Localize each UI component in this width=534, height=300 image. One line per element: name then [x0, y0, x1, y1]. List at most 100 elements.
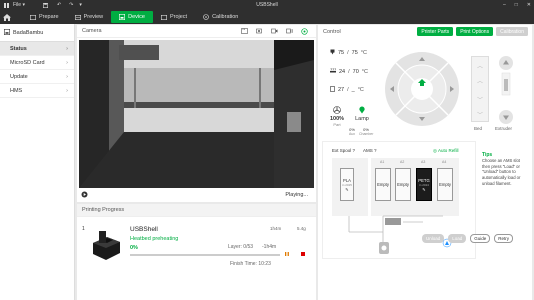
undo-icon[interactable]: ↶	[57, 2, 61, 8]
sidebar-item-update[interactable]: Update ›	[0, 70, 74, 84]
camera-settings-icon[interactable]	[300, 27, 308, 35]
retry-button[interactable]: Retry	[494, 234, 514, 243]
edit-icon[interactable]: ✎	[345, 187, 349, 192]
ams-slot-label: Empty	[397, 182, 409, 187]
ams-slot-a1[interactable]: Empty	[375, 168, 391, 201]
job-time: 1h4m	[270, 226, 282, 231]
printer-name: BadaBambu	[13, 29, 44, 36]
tab-device-label: Device	[128, 14, 145, 20]
chevron-right-icon: ›	[66, 87, 68, 94]
load-button[interactable]: Load	[448, 234, 467, 243]
extruder-control[interactable]	[496, 55, 516, 125]
recording-icon[interactable]	[270, 27, 278, 35]
temp-unit: °C	[361, 68, 368, 75]
home-icon[interactable]	[2, 11, 12, 23]
chevron-down-icon[interactable]: ▾	[79, 2, 82, 8]
aux-fan-label: Aux	[348, 132, 356, 136]
tab-project-label: Project	[169, 14, 188, 20]
temp-unit: °C	[357, 87, 364, 93]
ext-spool-slot[interactable]: PLA in 2025 ✎	[340, 168, 354, 201]
plate-number: 1	[82, 226, 85, 232]
temp-unit: °C	[360, 50, 367, 56]
lamp-label: Lamp	[355, 116, 369, 122]
tab-preview-label: Preview	[83, 14, 104, 20]
close-icon[interactable]: ✕	[527, 2, 531, 8]
part-fan-control[interactable]: 100% Part	[330, 106, 344, 127]
bed-temp[interactable]: 24 / 70 °C	[330, 67, 368, 75]
print-options-button[interactable]: Print Options	[456, 27, 494, 36]
stop-icon[interactable]	[300, 251, 306, 259]
camera-footer: Playing...	[77, 188, 316, 202]
nozzle-temp[interactable]: 75 / 75 °C	[330, 49, 367, 57]
maximize-icon[interactable]: □	[515, 2, 518, 8]
chamber-icon	[330, 86, 335, 94]
tab-device[interactable]: Device	[111, 11, 153, 23]
chamber-temp: 27 / _ °C	[330, 86, 364, 94]
title-bar: File ▾ ↶ ↷ ▾ USBShell – □ ✕	[0, 0, 534, 10]
calibration-button[interactable]: Calibration	[496, 27, 528, 36]
edit-icon[interactable]: ✎	[422, 187, 426, 192]
pause-icon[interactable]	[284, 251, 290, 259]
camera-title: Camera	[82, 28, 102, 34]
layer-count: Layer: 0/53	[228, 244, 254, 250]
sidebar-item-label: MicroSD Card	[10, 59, 45, 66]
ams-heading: AMS ?	[363, 148, 377, 153]
ams-slot-a4[interactable]: Empty	[437, 168, 453, 201]
progress-title: Printing Progress	[82, 207, 125, 213]
chevron-right-icon: ›	[66, 45, 68, 52]
printer-selector[interactable]: BadaBambu	[0, 24, 74, 42]
sidebar-item-label: Update	[10, 73, 28, 80]
unload-button[interactable]: Unload	[422, 234, 445, 243]
ams-slot-id: A3	[421, 160, 426, 164]
job-weight: 5.4g	[297, 226, 306, 231]
chamber-fan-label: Chamber	[359, 132, 374, 136]
project-icon	[160, 14, 167, 20]
chamber-current-temp: 27	[338, 87, 345, 93]
fan-icon	[333, 106, 341, 114]
tab-prepare[interactable]: Prepare	[22, 11, 67, 23]
video-camera-icon[interactable]	[285, 27, 293, 35]
sidebar-item-status[interactable]: Status ›	[0, 42, 74, 56]
timelapse-icon[interactable]	[255, 27, 263, 35]
lamp-toggle[interactable]: Lamp	[354, 106, 370, 122]
play-icon[interactable]	[81, 191, 88, 200]
sidebar-item-label: Status	[10, 45, 27, 52]
tips-text: Choose an AMS slot then press "Load" or …	[482, 158, 521, 186]
chamber-target-temp: _	[351, 87, 355, 93]
progress-bar	[130, 254, 280, 256]
printing-progress-panel: Printing Progress 1 USBShell Heatbed pre…	[77, 204, 316, 300]
tips-box: Tips Choose an AMS slot then press "Load…	[482, 152, 528, 186]
redo-icon[interactable]: ↷	[69, 2, 73, 8]
ams-slot-a2[interactable]: Empty	[395, 168, 411, 201]
auto-refill-button[interactable]: ◎ Auto Refill	[433, 148, 458, 154]
sidebar-item-microsd-card[interactable]: MicroSD Card ›	[0, 56, 74, 70]
axis-jog-control[interactable]	[384, 45, 460, 133]
ams-slot-a3[interactable]: PETG in 2024 ✎	[416, 168, 432, 201]
chamber-fan-control[interactable]: 0% Chamber	[359, 127, 373, 136]
save-icon[interactable]	[42, 2, 48, 8]
sidebar-item-hms[interactable]: HMS ›	[0, 84, 74, 98]
remaining-time: -1h4m	[262, 244, 277, 250]
nozzle-icon	[330, 49, 335, 57]
guide-button[interactable]: Guide	[470, 234, 491, 243]
file-menu-label: File	[13, 2, 22, 8]
ext-spool-label: Ext Spool	[332, 148, 352, 153]
tab-calibration[interactable]: Calibration	[195, 11, 246, 23]
tab-project[interactable]: Project	[153, 11, 195, 23]
camera-header: Camera	[77, 25, 316, 38]
calibration-icon	[203, 14, 209, 20]
bed-label: Bed	[474, 126, 483, 131]
bed-move-control[interactable]: ︿ ︿ ﹀ ﹀	[471, 56, 489, 122]
tab-calibration-label: Calibration	[212, 14, 239, 20]
sd-card-icon[interactable]	[240, 27, 248, 35]
file-menu[interactable]: File ▾	[13, 2, 25, 8]
ams-slot-label: Empty	[439, 182, 451, 187]
device-icon	[119, 14, 126, 20]
ams-slot-id: A2	[400, 160, 405, 164]
aux-fan-control[interactable]: 0% Aux	[346, 127, 358, 136]
printer-parts-button[interactable]: Printer Parts	[417, 27, 454, 36]
job-name: USBShell	[130, 226, 158, 233]
minimize-icon[interactable]: –	[503, 2, 506, 8]
extruder-arrows-icon	[499, 56, 513, 124]
tab-preview[interactable]: Preview	[67, 11, 112, 23]
